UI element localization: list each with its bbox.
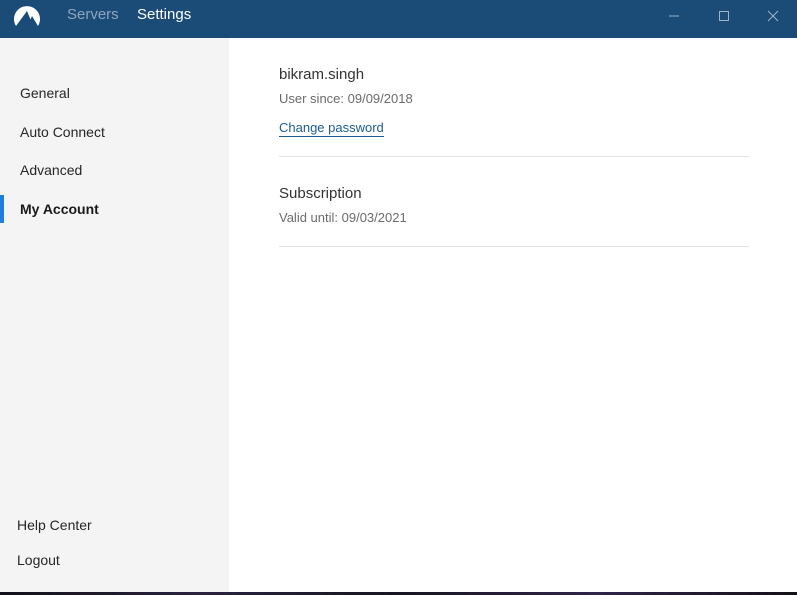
maximize-button[interactable] xyxy=(700,0,748,32)
change-password-link[interactable]: Change password xyxy=(279,120,384,137)
user-since-text: User since: 09/09/2018 xyxy=(279,91,413,106)
settings-sidebar: General Auto Connect Advanced My Account… xyxy=(0,38,229,592)
sidebar-item-my-account[interactable]: My Account xyxy=(0,195,229,223)
tab-servers[interactable]: Servers xyxy=(67,7,119,23)
nordvpn-logo-icon[interactable] xyxy=(13,4,41,28)
sidebar-item-advanced[interactable]: Advanced xyxy=(0,156,229,184)
title-bar: Servers Settings xyxy=(0,0,797,38)
logout-link[interactable]: Logout xyxy=(17,552,60,568)
sidebar-item-general[interactable]: General xyxy=(0,79,229,107)
maximize-icon xyxy=(719,11,729,21)
help-center-link[interactable]: Help Center xyxy=(17,517,92,533)
sidebar-item-label: My Account xyxy=(20,201,99,217)
subscription-title: Subscription xyxy=(279,185,362,202)
minimize-icon xyxy=(669,15,679,17)
sidebar-item-label: General xyxy=(20,85,70,101)
valid-until-text: Valid until: 09/03/2021 xyxy=(279,210,407,225)
section-divider xyxy=(279,156,749,157)
minimize-button[interactable] xyxy=(650,0,698,32)
sidebar-item-label: Auto Connect xyxy=(20,124,105,140)
close-button[interactable] xyxy=(749,0,797,32)
close-icon xyxy=(767,10,779,22)
sidebar-item-label: Advanced xyxy=(20,162,83,178)
sidebar-item-auto-connect[interactable]: Auto Connect xyxy=(0,118,229,146)
tab-settings[interactable]: Settings xyxy=(137,7,191,23)
app-window: Servers Settings General Auto Connect Ad… xyxy=(0,0,797,592)
account-username: bikram.singh xyxy=(279,66,365,83)
account-panel: bikram.singh User since: 09/09/2018 Chan… xyxy=(229,38,797,592)
section-divider xyxy=(279,246,749,247)
active-indicator xyxy=(0,195,4,223)
